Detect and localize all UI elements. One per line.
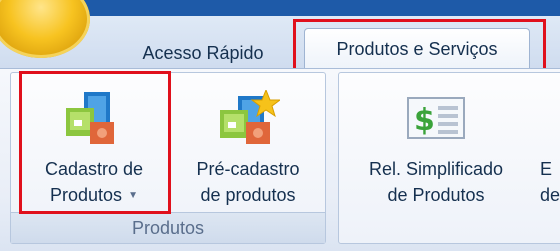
pre-cadastro-de-produtos-button[interactable]: Pré-cadastro de produtos [178,84,318,210]
button-label-line2: de Produtos [387,185,485,205]
application-menu-orb[interactable] [0,0,90,58]
money-report-icon: $ [404,90,468,150]
product-preregister-star-icon [216,88,282,150]
svg-text:$: $ [414,103,435,138]
button-label-line1: E [540,159,553,179]
button-label-line1: Pré-cadastro [196,159,300,179]
tab-acesso-rapido[interactable]: Acesso Rápido [118,38,288,68]
button-label-line2: de [540,185,560,205]
button-label-line1: Rel. Simplificado [368,159,504,179]
highlight-cadastro-box [19,71,171,214]
next-ribbon-button-partial[interactable]: E de [540,84,560,210]
button-label-line2: de produtos [200,185,296,205]
group-label: Produtos [11,212,325,243]
relatorio-simplificado-button[interactable]: $ Rel. Simplificado de Produtos [346,84,526,210]
